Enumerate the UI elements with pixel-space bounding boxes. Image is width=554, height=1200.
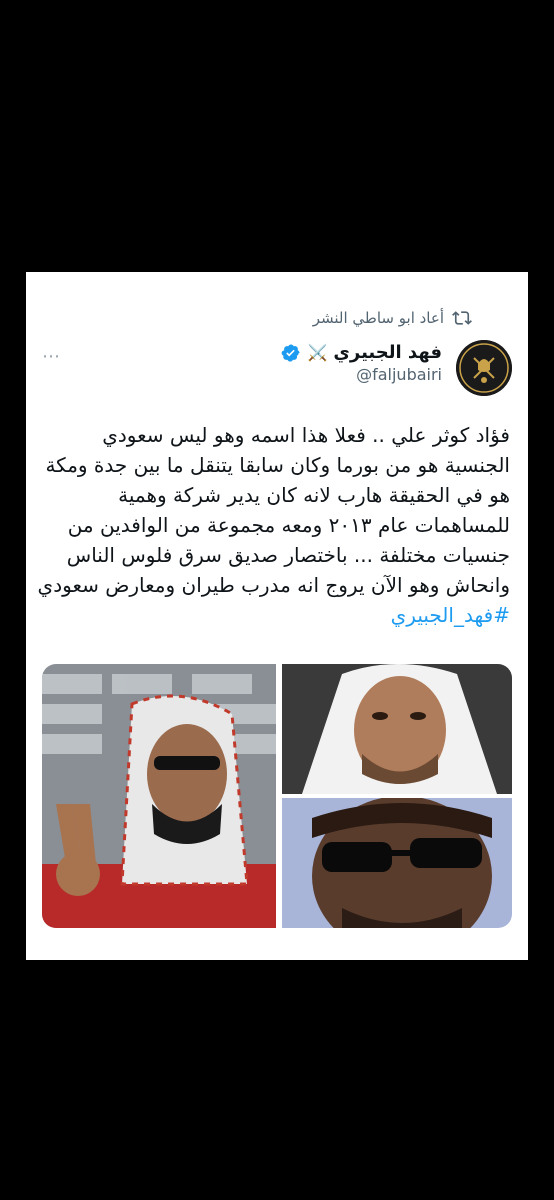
retweet-label: أعاد ابو ساطي النشر xyxy=(312,309,444,327)
author-block: فهد الجبيري ⚔️ @faljubairi xyxy=(281,342,442,384)
swords-icon: ⚔️ xyxy=(307,343,328,362)
tweet-line: فؤاد كوثر علي .. فعلا هذا اسمه وهو ليس س… xyxy=(102,423,510,447)
tweet-header: فهد الجبيري ⚔️ @faljubairi ⋯ xyxy=(42,338,512,398)
avatar[interactable] xyxy=(456,340,512,396)
tweet-media[interactable] xyxy=(42,664,512,928)
photo-man-white-headdress[interactable] xyxy=(282,664,512,794)
author-name[interactable]: فهد الجبيري xyxy=(333,342,442,363)
author-handle[interactable]: @faljubairi xyxy=(281,365,442,384)
tweet-line: للمساهمات عام ٢٠١٣ ومعه مجموعة من الوافد… xyxy=(67,513,510,537)
tweet-line: وانحاش وهو الآن يروج انه مدرب طيران ومعا… xyxy=(37,573,510,597)
photo-man-sunglasses[interactable] xyxy=(282,798,512,928)
emblem-icon xyxy=(456,340,512,396)
tweet-card[interactable]: أعاد ابو ساطي النشر فهد الجبيري ⚔️ @falj… xyxy=(26,272,528,960)
photo-man-shemagh[interactable] xyxy=(42,664,276,928)
verified-icon xyxy=(282,343,300,362)
tweet-line: الجنسية هو من بورما وكان سابقا يتنقل ما … xyxy=(45,453,510,477)
retweet-icon xyxy=(452,311,472,325)
tweet-text: فؤاد كوثر علي .. فعلا هذا اسمه وهو ليس س… xyxy=(37,420,510,630)
tweet-line: هو في الحقيقة هارب لانه كان يدير شركة وه… xyxy=(118,483,510,507)
hashtag-link[interactable]: #فهد_الجبيري xyxy=(42,600,510,630)
tweet-line: جنسيات مختلفة ... باختصار صديق سرق فلوس … xyxy=(66,543,510,567)
more-options-icon[interactable]: ⋯ xyxy=(42,346,62,367)
retweet-context[interactable]: أعاد ابو ساطي النشر xyxy=(313,308,472,328)
